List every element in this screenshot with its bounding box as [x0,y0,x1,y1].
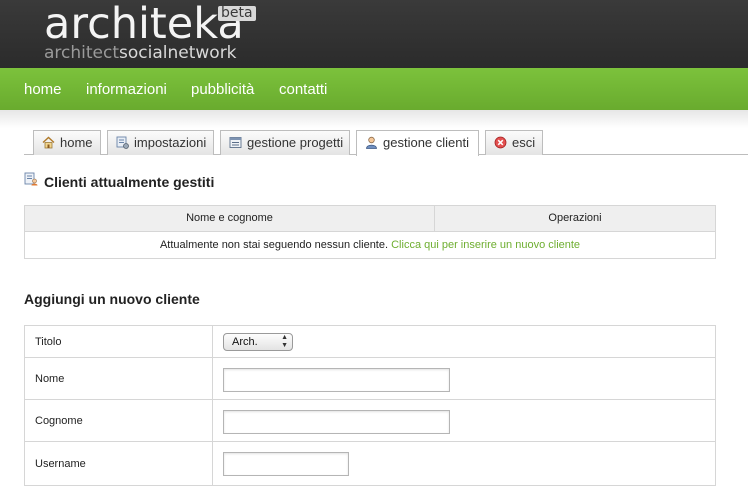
add-client-title: Aggiungi un nuovo cliente [24,291,200,307]
client-icon [365,136,378,149]
form-row-nome: Nome [25,358,715,400]
empty-clients-text: Attualmente non stai seguendo nessun cli… [159,239,389,251]
nav-contatti[interactable]: contatti [279,81,327,98]
nav-pubblicita[interactable]: pubblicità [191,81,254,98]
form-row-cognome: Cognome [25,400,715,442]
logo-tagline-architect: architect [44,43,120,63]
clients-list-icon [24,172,38,186]
tab-home-label: home [60,135,93,150]
tab-gestione-clienti-label: gestione clienti [383,135,469,150]
clients-table: Nome e cognome Operazioni Attualmente no… [24,205,716,259]
add-client-form: Titolo Arch. ▲ ▼ Nome Cognome Username [24,325,716,486]
cognome-field-cell [213,400,715,441]
tab-esci[interactable]: esci [485,130,543,155]
projects-icon [229,136,242,149]
cognome-input[interactable] [223,410,450,434]
tab-impostazioni-label: impostazioni [134,135,207,150]
tab-gestione-clienti[interactable]: gestione clienti [356,130,479,156]
tab-gestione-progetti[interactable]: gestione progetti [220,130,350,155]
nav-shadow [0,110,748,128]
tab-impostazioni[interactable]: impostazioni [107,130,214,155]
titolo-select[interactable]: Arch. ▲ ▼ [223,333,293,351]
site-logo[interactable]: architeka beta architectsocialnetwork [44,0,256,62]
nome-input[interactable] [223,368,450,392]
house-icon [42,136,55,149]
nav-informazioni[interactable]: informazioni [86,81,167,98]
tab-home[interactable]: home [33,130,101,155]
form-row-titolo: Titolo Arch. ▲ ▼ [25,326,715,358]
titolo-select-value: Arch. [232,336,258,348]
select-arrows-icon: ▲ ▼ [281,334,288,349]
clients-table-header: Nome e cognome Operazioni [25,206,715,232]
username-field-cell [213,442,715,485]
titolo-field-cell: Arch. ▲ ▼ [213,326,715,357]
nome-field-cell [213,358,715,399]
username-input[interactable] [223,452,349,476]
username-label: Username [25,442,213,485]
form-row-username: Username [25,442,715,485]
logo-tagline: architectsocialnetwork [44,44,244,62]
main-nav: home informazioni pubblicità contatti [0,68,748,110]
exit-icon [494,136,507,149]
cognome-label: Cognome [25,400,213,441]
tab-gestione-progetti-label: gestione progetti [247,135,344,150]
beta-badge: beta [218,6,256,21]
clients-section-title: Clienti attualmente gestiti [44,174,215,190]
tab-esci-label: esci [512,135,536,150]
nav-home[interactable]: home [24,81,62,98]
empty-clients-row: Attualmente non stai seguendo nessun cli… [25,232,715,258]
site-header: architeka beta architectsocialnetwork [0,0,748,68]
add-client-link[interactable]: Clicca qui per inserire un nuovo cliente [391,239,580,251]
column-header-operations: Operazioni [548,212,602,224]
nome-label: Nome [25,358,213,399]
logo-tagline-socialnetwork: socialnetwork [119,43,237,63]
titolo-label: Titolo [25,326,213,357]
column-header-name: Nome e cognome [25,206,435,231]
logo-wordmark: architeka [44,0,244,49]
settings-icon [116,136,129,149]
